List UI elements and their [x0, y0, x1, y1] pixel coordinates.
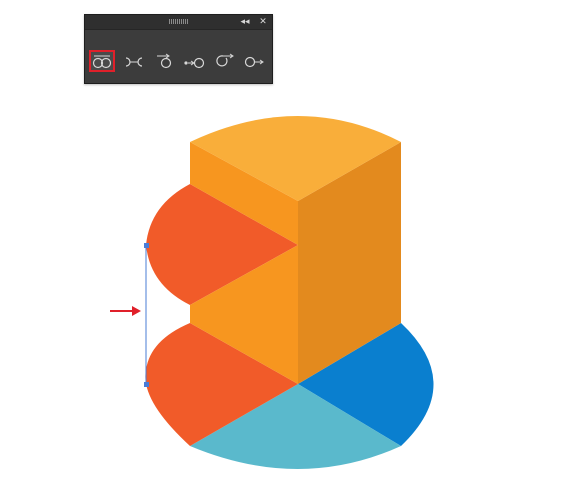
- artwork-canvas[interactable]: [0, 0, 580, 491]
- anchor-point-top[interactable]: [144, 243, 149, 248]
- pointer-arrow-icon: [132, 306, 141, 316]
- anchor-point-bottom[interactable]: [144, 382, 149, 387]
